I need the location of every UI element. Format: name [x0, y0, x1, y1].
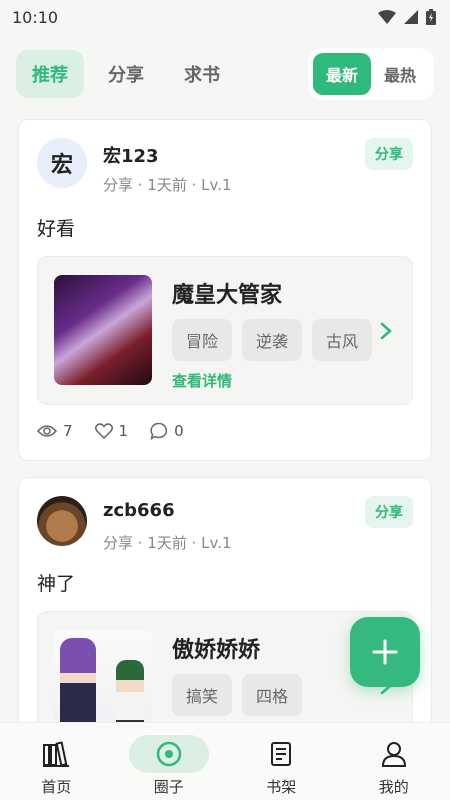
views-count: 7 [63, 422, 73, 440]
book-tags: 搞笑 四格 [172, 674, 303, 716]
post-text: 神了 [37, 573, 76, 595]
book-icon[interactable] [270, 741, 292, 767]
likes-count: 1 [118, 422, 129, 440]
cover-figure [60, 638, 96, 723]
avatar[interactable] [37, 496, 87, 546]
add-post-button[interactable] [350, 617, 420, 687]
nav-icon-wrap[interactable] [128, 735, 209, 773]
user-icon[interactable] [381, 741, 407, 767]
category-badge: 分享 [365, 496, 413, 528]
nav-label-profile[interactable]: 我的 [338, 776, 450, 797]
nav-item-bookshelf[interactable]: 书架 [225, 723, 338, 800]
post-meta: 分享 · 1天前 · Lv.1 [103, 176, 232, 194]
circle-target-icon[interactable] [156, 741, 182, 767]
chevron-right-icon[interactable] [380, 321, 392, 346]
nav-label-bookshelf[interactable]: 书架 [225, 776, 338, 797]
category-badge: 分享 [365, 138, 413, 170]
book-tags: 冒险 逆袭 古风 [172, 319, 373, 361]
nav-item-circle[interactable]: 圈子 [113, 723, 226, 800]
likes-stat[interactable]: 1 [94, 422, 129, 440]
view-details-link[interactable]: 查看详情 [172, 370, 232, 391]
avatar[interactable]: 宏 [37, 138, 87, 188]
book-cover[interactable] [54, 275, 152, 385]
book-title: 傲娇娇娇 [172, 638, 261, 663]
book-card[interactable]: 魔皇大管家 冒险 逆袭 古风 查看详情 [37, 256, 413, 405]
battery-icon [426, 9, 436, 25]
nav-icon-wrap[interactable] [354, 735, 434, 773]
post-stats: 7 1 0 [37, 422, 184, 440]
username[interactable]: zcb666 [103, 500, 175, 521]
book-tag[interactable]: 冒险 [172, 319, 233, 361]
book-tag[interactable]: 逆袭 [242, 319, 303, 361]
book-tag[interactable]: 古风 [312, 319, 373, 361]
sort-hottest-button[interactable]: 最热 [371, 53, 429, 95]
post-text: 好看 [37, 218, 76, 240]
views-stat: 7 [37, 422, 73, 440]
plus-icon[interactable] [372, 639, 398, 665]
nav-label-home[interactable]: 首页 [0, 776, 113, 797]
status-time: 10:10 [12, 7, 59, 27]
comments-count: 0 [174, 422, 184, 440]
post-card[interactable]: 宏 宏123 分享 · 1天前 · Lv.1 分享 好看 魔皇大管家 冒险 逆袭… [18, 119, 432, 461]
status-bar: 10:10 [0, 0, 450, 34]
bottom-nav: 首页 圈子 书架 我的 [0, 722, 450, 800]
signal-icon [404, 10, 418, 24]
post-meta: 分享 · 1天前 · Lv.1 [103, 534, 232, 552]
comment-icon[interactable] [150, 422, 168, 440]
cover-figure [116, 660, 144, 723]
book-cover[interactable] [54, 630, 152, 723]
comments-stat[interactable]: 0 [150, 422, 184, 440]
wifi-icon [378, 10, 396, 24]
nav-item-home[interactable]: 首页 [0, 723, 113, 800]
nav-label-circle[interactable]: 圈子 [113, 776, 226, 797]
eye-icon [37, 425, 57, 437]
tab-request-book[interactable]: 求书 [168, 50, 236, 98]
tab-recommend[interactable]: 推荐 [16, 50, 84, 98]
sort-toggle: 最新 最热 [308, 48, 434, 100]
book-tag[interactable]: 搞笑 [172, 674, 233, 716]
username[interactable]: 宏123 [103, 142, 159, 168]
heart-icon[interactable] [94, 423, 113, 439]
nav-item-profile[interactable]: 我的 [338, 723, 450, 800]
sort-latest-button[interactable]: 最新 [313, 53, 371, 95]
nav-icon-wrap[interactable] [16, 735, 96, 773]
top-tabs: 推荐 分享 求书 最新 最热 [16, 46, 434, 102]
book-tag[interactable]: 四格 [242, 674, 303, 716]
nav-icon-wrap[interactable] [241, 735, 321, 773]
bookshelf-icon[interactable] [42, 741, 70, 767]
tab-share[interactable]: 分享 [92, 50, 160, 98]
book-title: 魔皇大管家 [172, 283, 283, 308]
status-icons [378, 9, 436, 25]
